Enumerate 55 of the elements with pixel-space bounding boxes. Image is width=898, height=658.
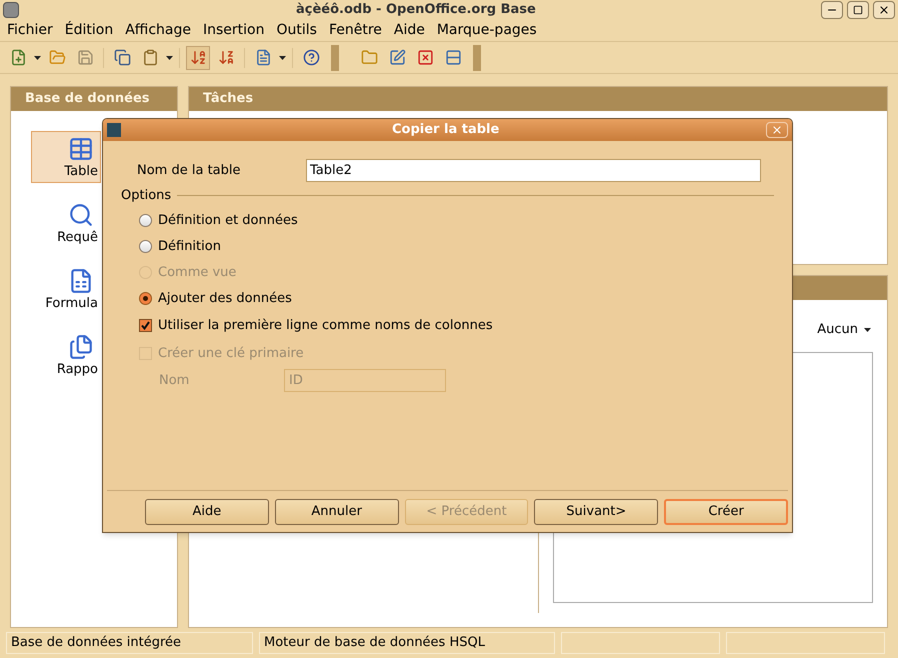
radio-label: Ajouter des données [158, 290, 292, 308]
close-button[interactable] [873, 1, 895, 19]
radio-button[interactable] [139, 292, 152, 305]
dialog-button[interactable]: Créer [664, 498, 788, 524]
menu-item[interactable]: Outils [271, 20, 322, 41]
radio-button[interactable] [139, 240, 152, 253]
dialog-button[interactable]: Aide [145, 498, 269, 524]
preview-dropdown[interactable]: Aucun [817, 320, 873, 340]
caret-icon[interactable] [279, 56, 286, 60]
caret-icon[interactable] [166, 56, 173, 60]
report-icon [68, 334, 94, 360]
minimize-button[interactable] [821, 1, 843, 19]
checkbox[interactable] [139, 319, 152, 332]
dialog-title: Copier la table [392, 121, 500, 140]
panel-header: Base de données [11, 87, 177, 111]
checkbox-label: Créer une clé primaire [158, 344, 304, 363]
menu-item[interactable]: Marque-pages [432, 20, 542, 41]
radio-label: Comme vue [158, 264, 236, 282]
menu-item[interactable]: Fichier [2, 20, 58, 41]
app-icon [3, 2, 19, 18]
maximize-icon [853, 5, 863, 15]
database-item[interactable]: Rappo [31, 329, 101, 381]
dialog-app-icon [107, 123, 121, 137]
query-icon [68, 202, 94, 228]
radio-label: Définition [158, 238, 221, 256]
database-item[interactable]: Requê [31, 197, 101, 249]
dialog-button[interactable]: Suivant> [534, 498, 658, 524]
field-label: Nom [158, 372, 190, 390]
dropdown-value: Aucun [817, 321, 858, 339]
maximize-button[interactable] [847, 1, 869, 19]
status-field: Base de données intégrée [6, 632, 253, 654]
dialog-button[interactable]: Annuler [274, 498, 399, 524]
window-title: àçèéô.odb - OpenOffice.org Base [296, 1, 536, 20]
sort-ascending-icon[interactable] [186, 46, 210, 70]
close-icon [878, 4, 890, 16]
radio-label: Définition et données [158, 212, 298, 230]
database-item[interactable]: Table [31, 131, 101, 183]
section-label: Options [121, 187, 172, 205]
menu-item[interactable]: Insertion [198, 20, 270, 41]
field-label: Nom de la table [136, 162, 242, 180]
caret-icon[interactable] [864, 328, 871, 332]
menu-item[interactable]: Aide [388, 20, 430, 41]
menu-item[interactable]: Fenêtre [324, 20, 387, 41]
checkmark-icon [141, 321, 150, 330]
table-icon [68, 136, 94, 162]
checkbox-label: Utiliser la première ligne comme noms de colonnes [158, 316, 493, 335]
database-item[interactable]: Formula [31, 263, 101, 315]
radio-button[interactable] [139, 214, 152, 227]
caret-icon[interactable] [34, 56, 41, 60]
menu-item[interactable]: Édition [60, 20, 118, 41]
close-icon [771, 124, 783, 136]
menu-item[interactable]: Affichage [120, 20, 196, 41]
table-name-field[interactable]: Table2 [306, 159, 761, 182]
status-field: Moteur de base de données HSQL [259, 632, 555, 654]
panel-header: Tâches [189, 87, 887, 111]
